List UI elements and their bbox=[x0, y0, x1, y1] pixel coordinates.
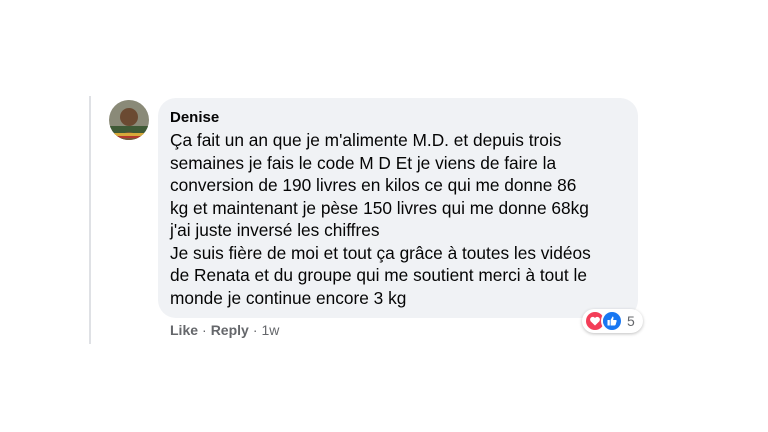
comment-author[interactable]: Denise bbox=[170, 109, 219, 126]
comment-line: Je suis fière de moi et tout ça grâce à … bbox=[170, 242, 591, 263]
avatar[interactable] bbox=[109, 100, 149, 140]
reactions-summary[interactable]: 5 bbox=[582, 309, 643, 333]
comment-line: kg et maintenant je pèse 150 livres qui … bbox=[170, 197, 589, 218]
comment-line: de Renata et du groupe qui me soutient m… bbox=[170, 265, 587, 285]
comment-text: Ça fait un an que je m'alimente M.D. et … bbox=[170, 129, 591, 309]
timestamp[interactable]: 1w bbox=[261, 322, 279, 338]
comment-line: monde je continue encore 3 kg bbox=[170, 287, 407, 308]
reply-button[interactable]: Reply bbox=[211, 322, 249, 338]
comment-line: j'ai juste inversé les chiffres bbox=[170, 220, 380, 240]
reaction-count: 5 bbox=[627, 313, 635, 329]
separator: · bbox=[202, 322, 207, 338]
like-button[interactable]: Like bbox=[170, 322, 198, 338]
thread-line bbox=[89, 96, 91, 344]
comment-actions: Like · Reply · 1w bbox=[170, 322, 279, 338]
like-reaction-icon bbox=[601, 310, 623, 332]
comment-line: semaines je fais le code M D Et je viens… bbox=[170, 152, 557, 173]
comment-line: conversion de 190 livres en kilos ce qui… bbox=[170, 175, 577, 195]
comment-line: Ça fait un an que je m'alimente M.D. et … bbox=[170, 130, 562, 150]
separator: · bbox=[252, 322, 258, 338]
